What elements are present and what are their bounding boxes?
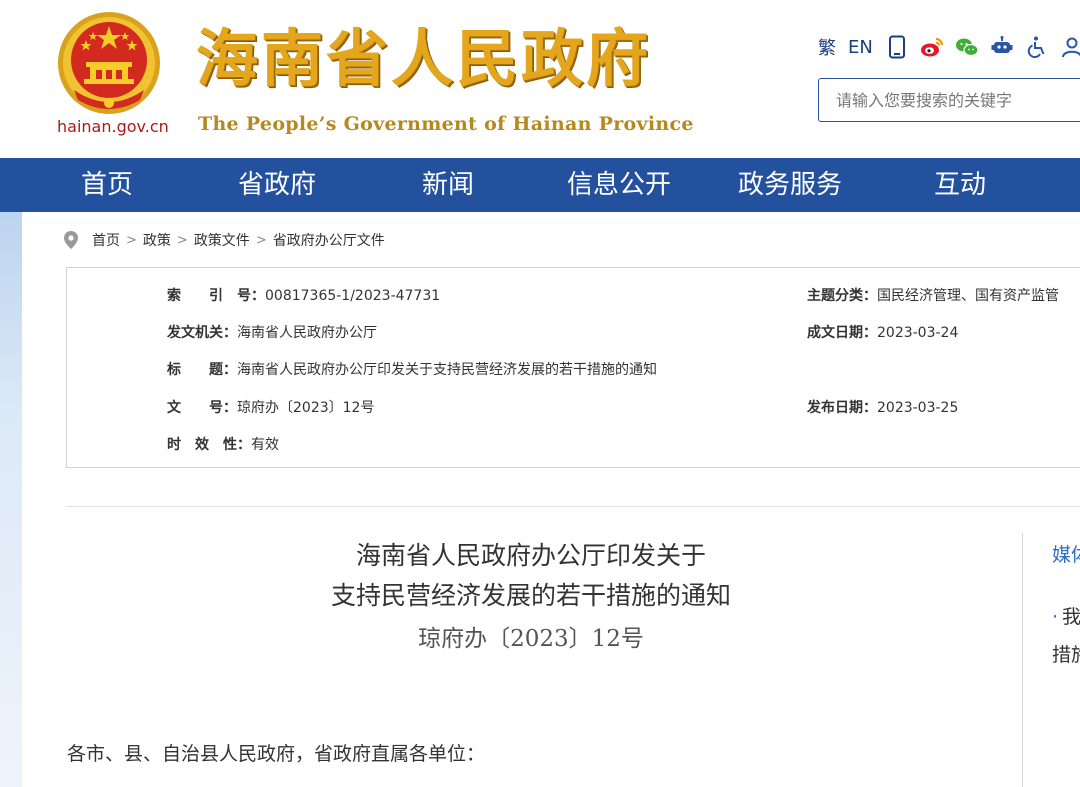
section-divider [66, 506, 1080, 507]
meta-index: 索 引 号：00817365-1/2023-47731 [167, 285, 440, 305]
meta-published-label: 发布日期： [807, 400, 877, 416]
domain-label: hainan.gov.cn [57, 117, 169, 136]
meta-published: 发布日期：2023-03-25 [807, 397, 958, 417]
meta-topic-label: 主题分类： [807, 288, 877, 304]
site-subtitle: The People’s Government of Hainan Provin… [198, 113, 694, 135]
traditional-chinese-link[interactable]: 繁 [818, 34, 836, 60]
nav-item-gov-services[interactable]: 政务服务 [728, 158, 852, 212]
nav-item-info-disclosure[interactable]: 信息公开 [558, 158, 680, 212]
nav-item-news[interactable]: 新闻 [408, 158, 488, 212]
meta-validity-label: 时 效 性： [167, 437, 251, 453]
meta-topic-value: 国民经济管理、国有资产监管 [877, 288, 1059, 304]
breadcrumb-policy-docs[interactable]: 政策文件 [194, 230, 250, 250]
search-box [818, 78, 1080, 122]
side-panel-heading[interactable]: 媒体 [1052, 540, 1080, 567]
accessibility-icon[interactable] [1025, 35, 1049, 59]
meta-docno-label: 文 号： [167, 400, 237, 416]
national-emblem-logo[interactable] [56, 10, 162, 116]
robot-icon[interactable] [990, 35, 1014, 59]
breadcrumb-office-docs[interactable]: 省政府办公厅文件 [273, 230, 385, 250]
article-doc-number: 琼府办〔2023〕12号 [418, 626, 644, 652]
location-pin-icon [64, 231, 78, 249]
meta-validity: 时 效 性：有效 [167, 434, 279, 454]
weibo-icon[interactable] [920, 35, 944, 59]
header-tools: 繁 EN [818, 33, 1080, 61]
meta-title: 标 题：海南省人民政府办公厅印发关于支持民营经济发展的若干措施的通知 [167, 359, 657, 379]
document-metadata-box: 索 引 号：00817365-1/2023-47731 主题分类：国民经济管理、… [66, 267, 1080, 468]
breadcrumb-policy[interactable]: 政策 [143, 230, 171, 250]
meta-topic: 主题分类：国民经济管理、国有资产监管 [807, 285, 1059, 305]
meta-published-value: 2023-03-25 [877, 400, 959, 416]
meta-validity-value: 有效 [251, 437, 279, 453]
english-link[interactable]: EN [848, 37, 873, 58]
article-salutation: 各市、县、自治县人民政府，省政府直属各单位： [67, 743, 486, 765]
search-input[interactable] [819, 79, 1078, 121]
nav-item-government[interactable]: 省政府 [226, 158, 328, 212]
breadcrumb-chevron-icon: > [255, 232, 267, 248]
article-title-line-2: 支持民营经济发展的若干措施的通知 [330, 581, 731, 610]
meta-issuer-label: 发文机关： [167, 325, 237, 341]
nav-item-interaction[interactable]: 互动 [922, 158, 998, 212]
left-decoration [0, 212, 22, 787]
meta-docno: 文 号：琼府办〔2023〕12号 [167, 397, 374, 417]
side-panel-link-text: 我 [1062, 606, 1080, 628]
article-title-line-1: 海南省人民政府办公厅印发关于 [355, 541, 706, 570]
meta-title-value: 海南省人民政府办公厅印发关于支持民营经济发展的若干措施的通知 [237, 362, 657, 378]
breadcrumb: 首页 > 政策 > 政策文件 > 省政府办公厅文件 [64, 229, 385, 251]
main-nav: 首页 省政府 新闻 信息公开 政务服务 互动 [0, 158, 1080, 212]
site-header: hainan.gov.cn 海南省人民政府 The People’s Gover… [0, 0, 1080, 158]
meta-title-label: 标 题： [167, 362, 237, 378]
meta-index-value: 00817365-1/2023-47731 [265, 288, 441, 304]
site-title[interactable]: 海南省人民政府 [196, 28, 651, 90]
meta-issuer: 发文机关：海南省人民政府办公厅 [167, 322, 377, 342]
side-panel-link-continued[interactable]: 措施 [1052, 640, 1080, 667]
meta-created-value: 2023-03-24 [877, 325, 959, 341]
meta-created: 成文日期：2023-03-24 [807, 322, 958, 342]
side-panel-divider [1022, 533, 1023, 787]
meta-index-label: 索 引 号： [167, 288, 265, 304]
nav-item-home[interactable]: 首页 [58, 158, 156, 212]
meta-docno-value: 琼府办〔2023〕12号 [237, 400, 375, 416]
breadcrumb-chevron-icon: > [126, 232, 137, 248]
side-panel-link[interactable]: · 我 [1052, 602, 1080, 629]
breadcrumb-home[interactable]: 首页 [92, 230, 120, 250]
wechat-icon[interactable] [955, 35, 979, 59]
meta-issuer-value: 海南省人民政府办公厅 [237, 325, 377, 341]
breadcrumb-chevron-icon: > [176, 232, 188, 248]
bullet-icon: · [1052, 606, 1059, 628]
tablet-icon[interactable] [885, 35, 909, 59]
user-icon[interactable] [1060, 35, 1080, 59]
meta-created-label: 成文日期： [807, 325, 877, 341]
